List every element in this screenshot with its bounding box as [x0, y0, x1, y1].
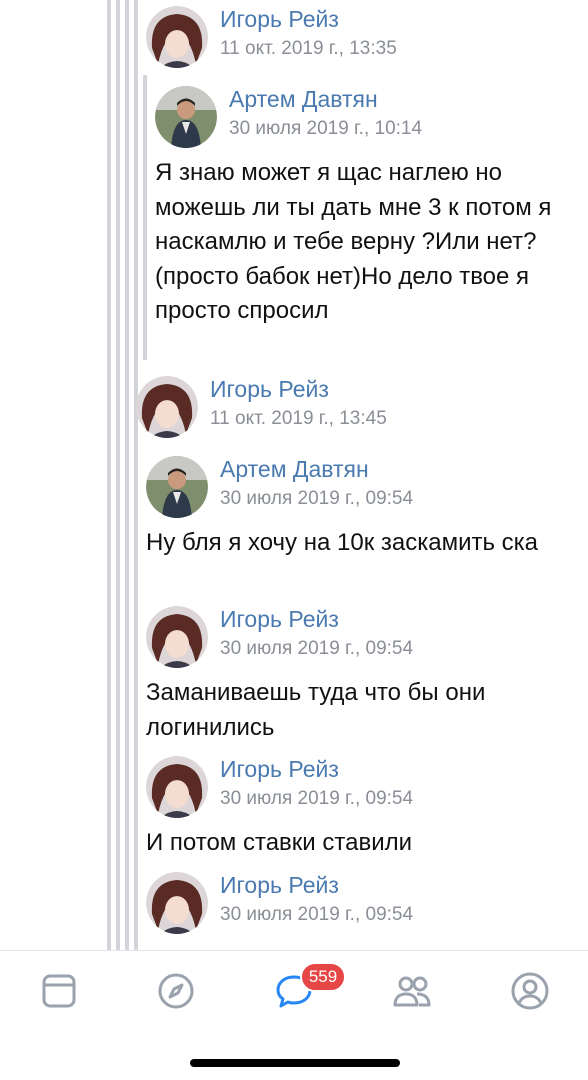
tab-profile[interactable]	[508, 969, 552, 1013]
message-author[interactable]: Игорь Рейз	[210, 376, 329, 403]
forwarded-message[interactable]: Артем Давтян 30 июля 2019 г., 10:14 Я зн…	[145, 80, 588, 329]
messages-badge: 559	[300, 962, 346, 992]
anime-avatar-icon[interactable]	[146, 606, 208, 668]
message-date: 11 окт. 2019 г., 13:35	[220, 38, 397, 59]
message-date: 30 июля 2019 г., 09:54	[220, 788, 414, 809]
message-text: И потом ставки ставили	[146, 829, 413, 856]
tab-friends[interactable]	[390, 969, 434, 1013]
message-author[interactable]: Игорь Рейз	[220, 872, 339, 899]
forward-guide-line	[125, 0, 129, 950]
forwarded-message[interactable]: Игорь Рейз 11 окт. 2019 г., 13:45	[126, 370, 588, 440]
message-author[interactable]: Артем Давтян	[229, 86, 378, 113]
anime-avatar-icon[interactable]	[146, 756, 208, 818]
tab-news[interactable]	[37, 969, 81, 1013]
forward-guide-line	[107, 0, 111, 950]
message-text: Я знаю может я щас наглею но можешь ли т…	[155, 159, 552, 324]
anime-avatar-icon[interactable]	[146, 872, 208, 934]
message-date: 30 июля 2019 г., 09:54	[220, 488, 414, 509]
forwarded-message[interactable]: Игорь Рейз 30 июля 2019 г., 09:54	[136, 866, 588, 936]
tab-discover[interactable]	[154, 969, 198, 1013]
message-author[interactable]: Артем Давтян	[220, 456, 369, 483]
photo-avatar-icon[interactable]	[155, 86, 217, 148]
forwarded-message[interactable]: Игорь Рейз 11 окт. 2019 г., 13:35	[136, 0, 588, 70]
home-indicator[interactable]	[190, 1059, 400, 1067]
news-icon	[42, 974, 76, 1008]
forwarded-messages-screen: Игорь Рейз 11 окт. 2019 г., 13:35 Артем …	[0, 0, 588, 1080]
friends-icon	[393, 976, 431, 1007]
profile-icon	[511, 972, 549, 1010]
anime-avatar-icon[interactable]	[136, 376, 198, 438]
message-text: Заманиваешь туда что бы они логинились	[146, 679, 486, 741]
message-date: 30 июля 2019 г., 10:14	[229, 118, 423, 139]
forwarded-message[interactable]: Игорь Рейз 30 июля 2019 г., 09:54 Замани…	[136, 600, 588, 745]
forwarded-message[interactable]: Игорь Рейз 30 июля 2019 г., 09:54 И пото…	[136, 750, 588, 861]
message-author[interactable]: Игорь Рейз	[220, 606, 339, 633]
message-date: 30 июля 2019 г., 09:54	[220, 638, 414, 659]
forward-guide-line	[116, 0, 120, 950]
message-author[interactable]: Игорь Рейз	[220, 6, 339, 33]
photo-avatar-icon[interactable]	[146, 456, 208, 518]
forwarded-message[interactable]: Артем Давтян 30 июля 2019 г., 09:54 Ну б…	[136, 450, 588, 561]
anime-avatar-icon[interactable]	[146, 6, 208, 68]
discover-icon	[158, 973, 194, 1009]
message-date: 11 окт. 2019 г., 13:45	[210, 408, 387, 429]
message-date: 30 июля 2019 г., 09:54	[220, 904, 414, 925]
message-author[interactable]: Игорь Рейз	[220, 756, 339, 783]
message-text: Ну бля я хочу на 10к заскамить ска	[146, 529, 539, 556]
